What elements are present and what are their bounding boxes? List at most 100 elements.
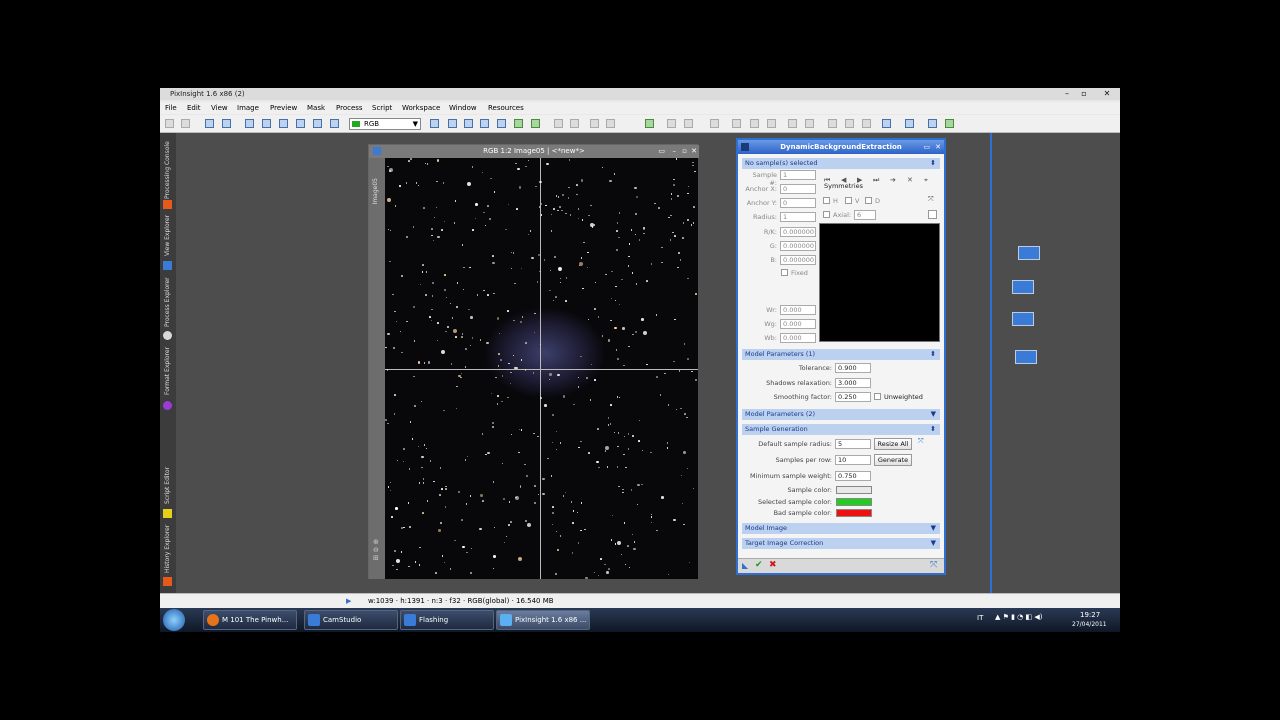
tab-view-explorer[interactable]: View Explorer — [160, 213, 176, 258]
screen-icon[interactable] — [279, 119, 288, 128]
color-space-select[interactable]: RGB ▼ — [349, 118, 421, 130]
tool-h-icon[interactable] — [732, 119, 741, 128]
expand-panel-icon[interactable]: ⤧ — [930, 560, 937, 570]
task-firefox[interactable]: M 101 The Pinwh... — [203, 610, 297, 630]
tool-l-icon[interactable] — [805, 119, 814, 128]
image-thumbnail-icon[interactable] — [1018, 246, 1040, 260]
wg-field[interactable]: 0.000 — [780, 319, 816, 329]
shade-icon[interactable]: ▭ — [923, 140, 930, 154]
smoothing-factor-field[interactable]: 0.250 — [835, 392, 871, 402]
preview-edit-icon[interactable] — [531, 119, 540, 128]
image-thumbnail-icon[interactable] — [1012, 312, 1034, 326]
tray-icons[interactable]: ▲ ⚑ ▮ ◔ ◧ ◀) — [995, 613, 1042, 621]
tool-d-icon[interactable] — [645, 119, 654, 128]
pan-icon[interactable] — [497, 119, 506, 128]
close-icon[interactable]: ✕ — [1100, 88, 1114, 100]
default-sample-radius-field[interactable]: 5 — [835, 439, 871, 449]
language-indicator[interactable]: IT — [977, 614, 983, 622]
task-flashing[interactable]: Flashing — [400, 610, 494, 630]
view-alt-icon[interactable] — [262, 119, 271, 128]
target-image-correction-header[interactable]: Target Image Correction ▼ — [742, 538, 940, 549]
tab-processing-console[interactable]: Processing Console — [160, 135, 176, 205]
zoom-fit-icon[interactable] — [296, 119, 305, 128]
bad-sample-color-swatch[interactable] — [836, 509, 872, 517]
menu-file[interactable]: File — [165, 102, 177, 114]
menu-preview[interactable]: Preview — [270, 102, 297, 114]
wb-field[interactable]: 0.000 — [780, 333, 816, 343]
minimum-sample-weight-field[interactable]: 0.750 — [835, 471, 871, 481]
symmetry-marker-icon[interactable]: ⤧ — [928, 195, 934, 204]
axial-checkbox[interactable] — [823, 211, 830, 218]
zoom-controls-icon[interactable]: ⊕ ⊖ ⊞ — [373, 538, 379, 562]
b-field[interactable]: 0.000000 — [780, 255, 816, 265]
start-button[interactable] — [163, 609, 185, 631]
rk-field[interactable]: 0.000000 — [780, 227, 816, 237]
shadows-relaxation-field[interactable]: 3.000 — [835, 378, 871, 388]
tab-process-explorer[interactable]: Process Explorer — [160, 275, 176, 330]
tool-f-icon[interactable] — [684, 119, 693, 128]
redo-icon[interactable] — [181, 119, 190, 128]
move-icon[interactable] — [430, 119, 439, 128]
open-image-icon[interactable] — [222, 119, 231, 128]
delete-sample-icon[interactable]: ✕ — [907, 176, 913, 184]
play-icon[interactable]: ▶ — [346, 594, 351, 608]
selected-sample-color-swatch[interactable] — [836, 498, 872, 506]
preview-icon[interactable] — [514, 119, 523, 128]
tool-i-icon[interactable] — [750, 119, 759, 128]
maximize-icon[interactable]: ▫ — [682, 145, 687, 158]
task-pixinsight[interactable]: PixInsight 1.6 x86 ... — [496, 610, 590, 630]
last-sample-icon[interactable]: ⏭ — [873, 176, 879, 185]
tool-j-icon[interactable] — [767, 119, 776, 128]
apply-global-icon[interactable]: ✔ — [755, 560, 763, 570]
resize-all-button[interactable]: Resize All — [874, 438, 912, 450]
zoom-one-icon[interactable] — [480, 119, 489, 128]
dbe-title-bar[interactable]: DynamicBackgroundExtraction ▭ ✕ — [738, 140, 944, 154]
zoom-out-icon[interactable] — [464, 119, 473, 128]
sym-v-checkbox[interactable] — [845, 197, 852, 204]
minimize-icon[interactable]: – — [673, 145, 677, 158]
new-instance-icon[interactable]: ◣ — [742, 561, 748, 570]
undo-icon[interactable] — [165, 119, 174, 128]
menu-workspace[interactable]: Workspace — [402, 102, 440, 114]
clock-date[interactable]: 27/04/2011 — [1072, 621, 1107, 628]
tab-history-explorer[interactable]: History Explorer — [160, 523, 176, 575]
menu-image[interactable]: Image — [237, 102, 259, 114]
sym-h-checkbox[interactable] — [823, 197, 830, 204]
fixed-checkbox[interactable] — [781, 269, 788, 276]
close-icon[interactable]: ✕ — [935, 140, 941, 154]
tool-a-icon[interactable] — [570, 119, 579, 128]
new-image-icon[interactable] — [205, 119, 214, 128]
menu-resources[interactable]: Resources — [488, 102, 524, 114]
anchor-y-field[interactable]: 0 — [780, 198, 816, 208]
radius-field[interactable]: 1 — [780, 212, 816, 222]
samples-per-row-field[interactable]: 10 — [835, 455, 871, 465]
shade-icon[interactable]: ▭ — [658, 145, 665, 158]
tool-k-icon[interactable] — [788, 119, 797, 128]
image-window-title-bar[interactable]: RGB 1:2 Image05 | <*new*> ▭ – ▫ ✕ — [369, 145, 699, 158]
zoom-in-icon[interactable] — [448, 119, 457, 128]
model-parameters-2-header[interactable]: Model Parameters (2) ▼ — [742, 409, 940, 420]
tool-s-icon[interactable] — [945, 119, 954, 128]
sample-no-field[interactable]: 1 — [780, 170, 816, 180]
close-icon[interactable]: ✕ — [691, 145, 697, 158]
menu-view[interactable]: View — [211, 102, 228, 114]
tool-e-icon[interactable] — [667, 119, 676, 128]
menu-mask[interactable]: Mask — [307, 102, 325, 114]
menu-edit[interactable]: Edit — [187, 102, 201, 114]
maximize-icon[interactable]: ▫ — [1077, 88, 1091, 100]
tool-n-icon[interactable] — [845, 119, 854, 128]
resize-marker-icon[interactable]: ⤧ — [918, 437, 924, 446]
tab-script-editor[interactable]: Script Editor — [160, 463, 176, 508]
view-icon[interactable] — [245, 119, 254, 128]
tool-b-icon[interactable] — [590, 119, 599, 128]
tool-o-icon[interactable] — [862, 119, 871, 128]
sample-options-icon[interactable] — [928, 210, 937, 219]
reset-icon[interactable]: ✖ — [769, 560, 777, 570]
minimize-icon[interactable]: – — [1060, 88, 1074, 100]
menu-process[interactable]: Process — [336, 102, 363, 114]
tool-q-icon[interactable] — [905, 119, 914, 128]
target-sample-icon[interactable]: ⌖ — [924, 176, 928, 185]
go-sample-icon[interactable]: ➔ — [890, 176, 896, 184]
generate-button[interactable]: Generate — [874, 454, 912, 466]
tool-p-icon[interactable] — [882, 119, 891, 128]
